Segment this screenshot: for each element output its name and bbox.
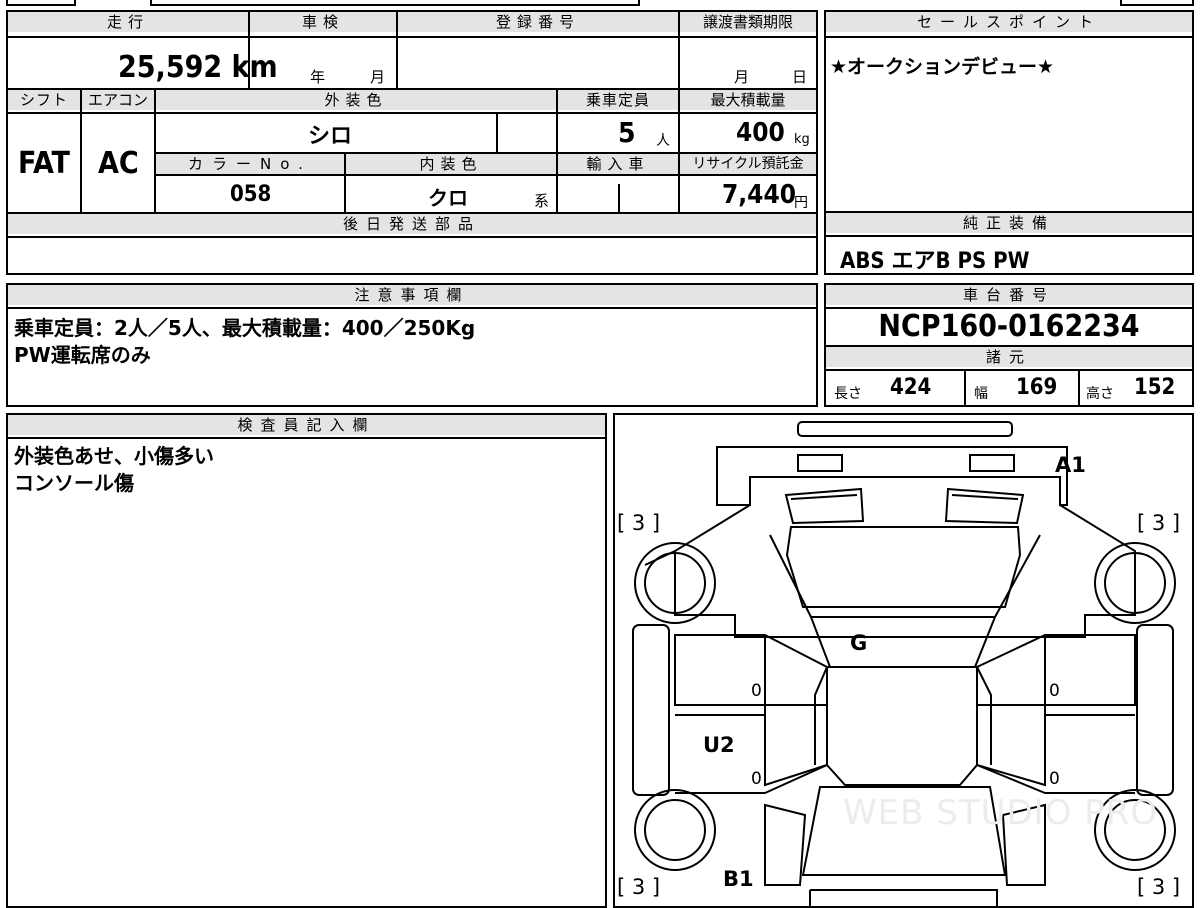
inspector-box: 検査員記入欄 外装色あせ、小傷多い コンソール傷 [6, 413, 607, 908]
height-label: 高さ [1086, 386, 1114, 402]
ac-header: エアコン [82, 90, 154, 110]
top-cut-fragment-1 [6, 0, 76, 6]
exterior-color-header: 外装色 [156, 90, 556, 110]
damage-mark-a1: A1 [1055, 453, 1086, 477]
damage-mark-b1: B1 [723, 867, 754, 891]
ac-value: AC [98, 146, 139, 181]
interior-color-value: クロ [428, 186, 468, 210]
car-diagram: [ 3 ] [ 3 ] [ 3 ] [ 3 ] A1 G U2 B1 0 0 0… [613, 413, 1194, 908]
inspector-header: 検査員記入欄 [8, 415, 605, 435]
inspector-line-2: コンソール傷 [14, 471, 134, 495]
sales-point-text: ★オークションデビュー★ [830, 56, 1055, 78]
width-value: 169 [1016, 375, 1058, 400]
top-cut-fragment-2 [150, 0, 640, 6]
color-no-value: 058 [230, 182, 272, 207]
width-label: 幅 [974, 386, 988, 402]
recycle-header: リサイクル預託金 [680, 154, 816, 174]
caution-line-2: PW運転席のみ [14, 343, 151, 367]
exterior-color-value: シロ [308, 124, 353, 149]
zero-mark-4: 0 [1049, 769, 1060, 789]
doc-deadline-header: 譲渡書類期限 [680, 12, 816, 32]
shift-value: FAT [18, 146, 70, 181]
zero-mark-3: 0 [751, 769, 762, 789]
dimensions-header: 諸元 [826, 347, 1192, 367]
mileage-value: 25,592 km [118, 50, 278, 85]
top-cut-fragment-3 [1120, 0, 1194, 6]
chassis-box: 車台番号 NCP160-0162234 諸元 長さ 424 幅 169 高さ 1… [824, 283, 1194, 407]
shaken-month: 月 [370, 68, 386, 86]
tyre-front-right: [ 3 ] [1137, 511, 1181, 535]
equipment-header: 純正装備 [826, 213, 1192, 233]
caution-line-1: 乗車定員：2人／5人、最大積載量：400／250Kg [14, 316, 476, 340]
sales-point-header: セールスポイント [826, 12, 1192, 32]
recycle-value: 7,440 [722, 180, 796, 210]
length-label: 長さ [834, 386, 862, 402]
max-load-value: 400 [736, 118, 785, 148]
equipment-text: ABS エアB PS PW [840, 249, 1030, 274]
color-no-header: カラーNo. [156, 154, 344, 174]
tyre-rear-left: [ 3 ] [617, 875, 661, 899]
reg-number-header: 登録番号 [398, 12, 678, 32]
tyre-rear-right: [ 3 ] [1137, 875, 1181, 899]
shift-header: シフト [8, 90, 80, 110]
shaken-header: 車検 [250, 12, 396, 32]
import-header: 輸入車 [558, 154, 678, 174]
capacity-value: 5 [618, 116, 636, 149]
damage-mark-u2: U2 [703, 733, 735, 757]
shaken-year: 年 [310, 68, 326, 86]
recycle-unit: 円 [794, 195, 808, 211]
caution-header: 注意事項欄 [8, 285, 816, 305]
inspector-line-1: 外装色あせ、小傷多い [14, 444, 214, 468]
chassis-number: NCP160-0162234 [878, 309, 1140, 344]
chassis-header: 車台番号 [826, 285, 1192, 305]
max-load-header: 最大積載量 [680, 90, 816, 110]
later-parts-header: 後日発送部品 [8, 214, 816, 234]
capacity-unit: 人 [656, 133, 670, 149]
interior-color-header: 内装色 [346, 154, 556, 174]
doc-month: 月 [734, 68, 750, 86]
tyre-front-left: [ 3 ] [617, 511, 661, 535]
length-value: 424 [890, 375, 932, 400]
sales-point-box: セールスポイント ★オークションデビュー★ [824, 10, 1194, 213]
zero-mark-1: 0 [751, 681, 762, 701]
doc-day: 日 [792, 68, 808, 86]
height-value: 152 [1134, 375, 1176, 400]
zero-mark-2: 0 [1049, 681, 1060, 701]
interior-color-suffix: 系 [534, 192, 550, 210]
mileage-header: 走行 [8, 12, 248, 32]
capacity-header: 乗車定員 [558, 90, 678, 110]
damage-mark-g: G [850, 631, 868, 655]
max-load-unit: kg [794, 132, 810, 147]
spec-table: 走行 車検 登録番号 譲渡書類期限 25,592 km 年 月 月 日 シフト … [6, 10, 818, 275]
caution-box: 注意事項欄 乗車定員：2人／5人、最大積載量：400／250Kg PW運転席のみ [6, 283, 818, 407]
watermark: WEB STUDIO PRO [843, 793, 1159, 833]
equipment-box: 純正装備 ABS エアB PS PW [824, 211, 1194, 275]
